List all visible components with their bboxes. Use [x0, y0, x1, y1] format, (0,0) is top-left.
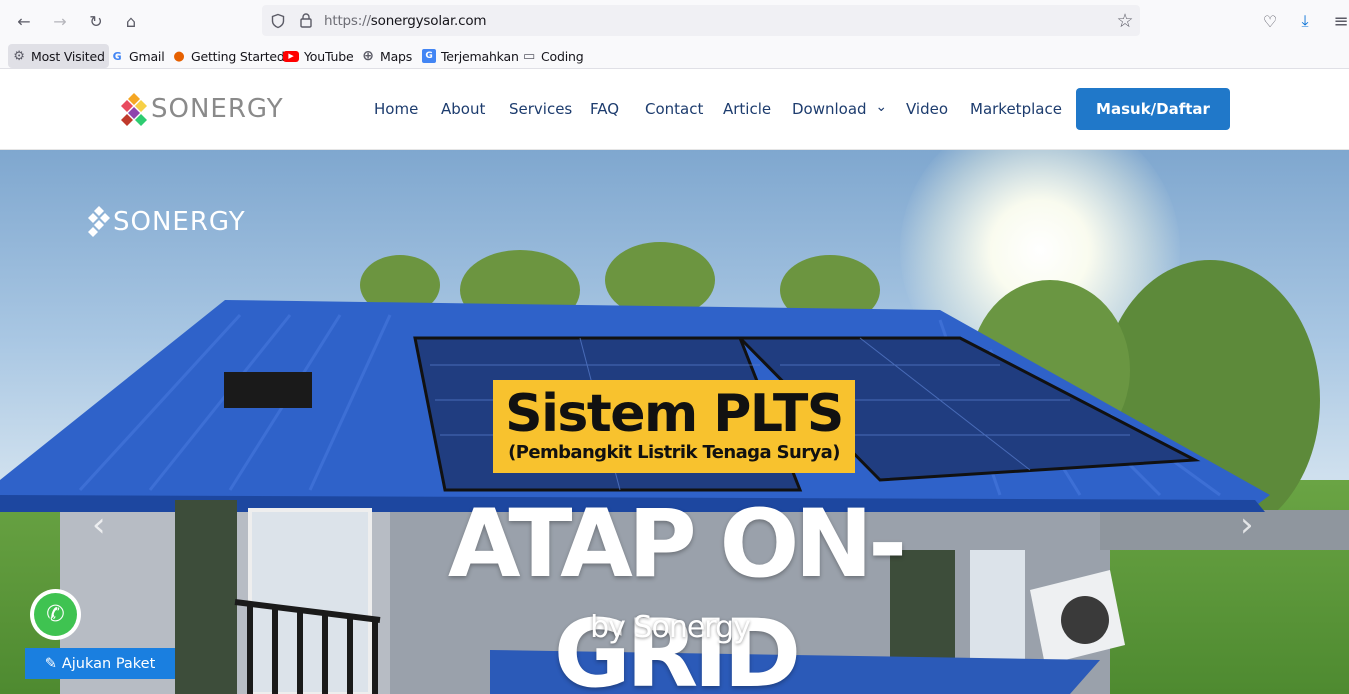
hero-byline: by Sonergy [590, 610, 751, 645]
nav-download[interactable]: Download ⌄ [792, 99, 888, 118]
url-text[interactable]: https://sonergysolar.com [324, 13, 487, 29]
nav-faq[interactable]: FAQ [590, 100, 619, 118]
bookmark-coding[interactable]: ▭ Coding [518, 44, 587, 68]
menu-icon[interactable]: ≡ [1328, 8, 1349, 34]
nav-marketplace[interactable]: Marketplace [970, 100, 1062, 118]
download-icon[interactable]: ⤓ [1292, 8, 1318, 34]
nav-contact[interactable]: Contact [645, 100, 703, 118]
ajukan-paket-button[interactable]: ✎ Ajukan Paket [25, 648, 175, 679]
bookmark-getting-started[interactable]: ● Getting Started [168, 44, 289, 68]
ajukan-paket-label: Ajukan Paket [61, 655, 156, 672]
hero-slider: SONERGY Sistem PLTS (Pembangkit Listrik … [0, 150, 1349, 694]
slider-prev-icon[interactable]: ‹ [92, 505, 106, 545]
site-header: SONERGY Home About Services FAQ Contact … [0, 69, 1349, 150]
forward-icon[interactable]: → [47, 8, 73, 34]
firefox-icon: ● [173, 48, 185, 64]
lock-icon[interactable] [298, 12, 314, 29]
back-icon[interactable]: ← [11, 8, 37, 34]
url-host: sonergysolar.com [370, 13, 487, 29]
hero-logo-text: SONERGY [113, 207, 246, 237]
nav-download-label: Download [792, 100, 867, 118]
folder-icon: ▭ [522, 48, 536, 64]
whatsapp-icon: ✆ [34, 593, 77, 636]
bookmark-label: Maps [380, 48, 413, 64]
nav-home[interactable]: Home [374, 100, 418, 118]
url-bar[interactable]: https://sonergysolar.com ☆ [262, 5, 1140, 36]
hero-headline: ATAP ON-GRID [447, 490, 907, 694]
whatsapp-button[interactable]: ✆ [30, 589, 81, 640]
shield-icon[interactable] [270, 13, 286, 29]
bookmark-label: YouTube [304, 48, 354, 64]
bookmark-label: Most Visited [31, 48, 105, 64]
translate-icon: G [422, 49, 436, 63]
gear-icon: ⚙ [13, 48, 25, 64]
nav-about[interactable]: About [441, 100, 485, 118]
pocket-icon[interactable]: ♡ [1257, 8, 1283, 34]
bookmark-label: Coding [541, 48, 584, 64]
bookmark-gmail[interactable]: G Gmail [106, 44, 168, 68]
slider-next-icon[interactable]: › [1240, 505, 1254, 545]
url-scheme: https:// [324, 13, 371, 29]
bookmark-most-visited[interactable]: ⚙ Most Visited [8, 44, 109, 68]
hero-logo: SONERGY [88, 205, 246, 239]
nav-services[interactable]: Services [509, 100, 572, 118]
nav-article[interactable]: Article [723, 100, 771, 118]
home-icon[interactable]: ⌂ [118, 8, 144, 34]
reload-icon[interactable]: ↻ [83, 8, 109, 34]
bookmarks-bar: ⚙ Most Visited G Gmail ● Getting Started… [0, 41, 1349, 69]
globe-icon: ⊕ [362, 48, 374, 64]
bookmark-star-icon[interactable]: ☆ [1112, 8, 1138, 34]
bookmark-youtube[interactable]: ▶ YouTube [279, 44, 357, 68]
logo-mark-icon [88, 206, 110, 237]
browser-toolbar: ← → ↻ ⌂ https://sonergysolar.com ☆ ♡ ⤓ ≡ [0, 0, 1349, 41]
bookmark-label: Gmail [129, 48, 165, 64]
bookmark-label: Getting Started [191, 48, 285, 64]
plts-title-box: Sistem PLTS (Pembangkit Listrik Tenaga S… [493, 380, 855, 473]
bookmark-label: Terjemahkan [441, 48, 519, 64]
google-icon: G [112, 49, 122, 63]
nav-video[interactable]: Video [906, 100, 948, 118]
hero-title: Sistem PLTS [505, 384, 844, 444]
chevron-down-icon: ⌄ [875, 99, 888, 115]
edit-icon: ✎ [44, 655, 57, 672]
bookmark-terjemahkan[interactable]: G Terjemahkan [418, 44, 523, 68]
bookmark-maps[interactable]: ⊕ Maps [357, 44, 416, 68]
login-register-button[interactable]: Masuk/Daftar [1076, 88, 1230, 130]
hero-subtitle: (Pembangkit Listrik Tenaga Surya) [508, 442, 840, 463]
youtube-icon: ▶ [283, 50, 299, 62]
